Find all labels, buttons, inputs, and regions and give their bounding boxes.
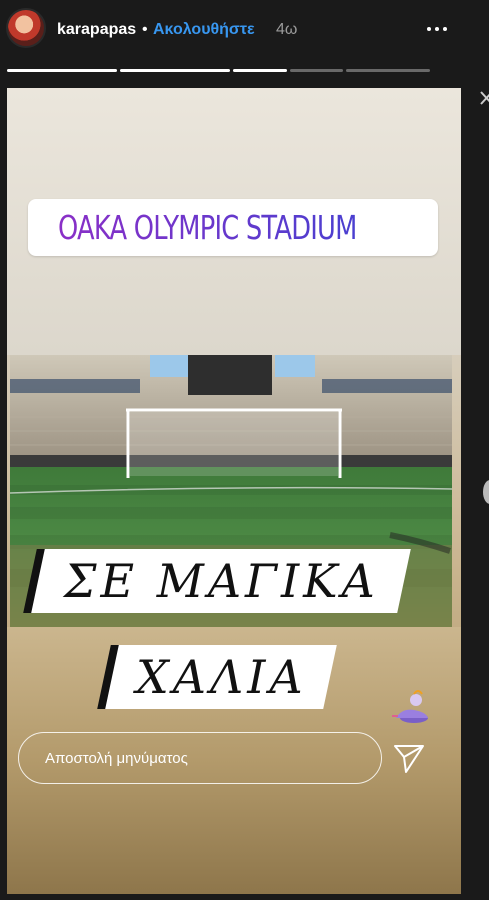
reply-input[interactable]: Αποστολή μηνύματος	[18, 732, 382, 784]
avatar[interactable]	[6, 8, 46, 48]
genie-lamp-icon	[392, 690, 428, 723]
caption-line-2: ΧΑΛΙΑ	[105, 645, 337, 709]
username[interactable]: karapapas	[57, 21, 136, 39]
next-story-handle[interactable]	[483, 480, 489, 504]
caption-line-1: ΣΕ ΜΑΓΙΚΑ	[31, 549, 411, 613]
story-progress-bar	[7, 69, 433, 72]
location-sticker[interactable]: OAKA OLYMPIC STADIUM	[28, 199, 438, 256]
progress-segment	[346, 69, 430, 72]
progress-segment	[120, 69, 230, 72]
send-icon[interactable]	[392, 741, 426, 775]
location-label: OAKA OLYMPIC STADIUM	[58, 208, 357, 247]
progress-segment	[233, 69, 287, 72]
follow-button[interactable]: Ακολουθήστε	[153, 21, 255, 39]
story-header: karapapas • Ακολουθήστε 4ω	[0, 0, 489, 62]
separator-dot: •	[142, 21, 148, 38]
post-time: 4ω	[276, 21, 298, 38]
progress-segment	[290, 69, 343, 72]
close-icon[interactable]	[478, 88, 489, 112]
reply-placeholder: Αποστολή μηνύματος	[45, 749, 188, 767]
more-dots-icon[interactable]	[420, 13, 454, 45]
progress-segment	[7, 69, 117, 72]
